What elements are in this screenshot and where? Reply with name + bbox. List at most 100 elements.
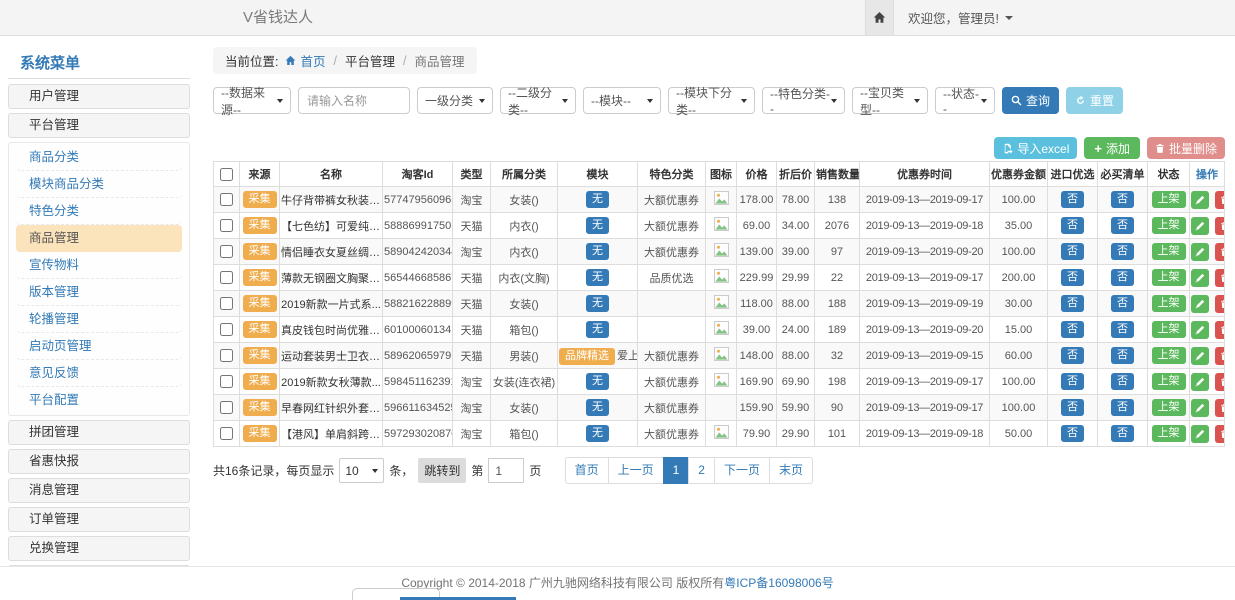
sidebar-item-feature-categories[interactable]: 特色分类	[16, 198, 182, 225]
import-excel-button[interactable]: 导入excel	[994, 137, 1077, 159]
reset-button[interactable]: 重置	[1066, 87, 1123, 114]
select-all-checkbox[interactable]	[220, 168, 233, 181]
row-checkbox[interactable]	[220, 271, 233, 284]
table-row: 采集 情侣睡衣女夏丝绸男士... 589042420344 淘宝 内衣() 无 …	[214, 239, 1225, 265]
edit-button[interactable]	[1191, 269, 1209, 287]
products-table: 来源 名称 淘客Id 类型 所属分类 模块 特色分类 图标 价格 折后价 销售数…	[213, 161, 1225, 447]
sidebar-group-platform-management[interactable]: 平台管理	[8, 113, 190, 138]
row-checkbox[interactable]	[220, 193, 233, 206]
sidebar-group-user-management[interactable]: 用户管理	[8, 84, 190, 109]
discount-price: 88.00	[777, 291, 815, 317]
product-type: 淘宝	[453, 187, 491, 213]
jump-button[interactable]: 跳转到	[418, 458, 466, 483]
icp-link[interactable]: 粤ICP备16098006号	[724, 576, 833, 590]
status-filter[interactable]: --状态--	[935, 87, 995, 114]
level1-category-filter[interactable]: 一级分类	[417, 87, 493, 114]
row-checkbox[interactable]	[220, 375, 233, 388]
sidebar-group-group-buy-management[interactable]: 拼团管理	[8, 420, 190, 445]
sidebar-group-exchange-management[interactable]: 兑换管理	[8, 536, 190, 561]
category: 女装(连衣裙)	[491, 369, 558, 395]
module-cell: 无	[558, 265, 638, 291]
feature-category-filter[interactable]: --特色分类--	[762, 87, 845, 114]
batch-delete-button[interactable]: 批量删除	[1147, 137, 1225, 159]
sidebar-item-version-management[interactable]: 版本管理	[16, 279, 182, 306]
breadcrumb-prefix: 当前位置:	[225, 51, 278, 70]
edit-button[interactable]	[1191, 399, 1209, 417]
edit-button[interactable]	[1191, 347, 1209, 365]
sidebar-item-platform-config[interactable]: 平台配置	[16, 387, 182, 414]
page-1-button[interactable]: 1	[663, 457, 690, 484]
import-select-cell: 否	[1048, 369, 1098, 395]
caret-down-icon	[479, 99, 485, 103]
delete-button[interactable]	[1215, 399, 1224, 417]
trash-icon	[1220, 195, 1225, 205]
delete-button[interactable]	[1215, 243, 1224, 261]
sidebar-item-carousel-management[interactable]: 轮播管理	[16, 306, 182, 333]
product-name: 【七色纺】可爱纯棉家...	[280, 213, 383, 239]
product-icon-cell	[706, 317, 737, 343]
first-page-button[interactable]: 首页	[565, 457, 609, 484]
row-checkbox[interactable]	[220, 349, 233, 362]
last-page-button[interactable]: 末页	[769, 457, 813, 484]
status-cell: 上架	[1148, 317, 1190, 343]
status-cell: 上架	[1148, 369, 1190, 395]
col-taoke-id: 淘客Id	[383, 162, 453, 187]
row-checkbox[interactable]	[220, 323, 233, 336]
category: 女装()	[491, 291, 558, 317]
sidebar-group-province-express[interactable]: 省惠快报	[8, 449, 190, 474]
edit-button[interactable]	[1191, 217, 1209, 235]
delete-button[interactable]	[1215, 373, 1224, 391]
source-cell: 采集	[240, 291, 280, 317]
prev-page-button[interactable]: 上一页	[608, 457, 664, 484]
delete-button[interactable]	[1215, 425, 1224, 443]
edit-button[interactable]	[1191, 191, 1209, 209]
breadcrumb-home-link[interactable]: 首页	[300, 51, 325, 70]
source-badge: 采集	[243, 321, 277, 338]
product-type: 淘宝	[453, 421, 491, 447]
sidebar-item-product-management[interactable]: 商品管理	[16, 225, 182, 252]
delete-button[interactable]	[1215, 191, 1224, 209]
page-size-select[interactable]: 10	[339, 458, 384, 483]
edit-button[interactable]	[1191, 425, 1209, 443]
edit-button[interactable]	[1191, 321, 1209, 339]
sidebar-group-order-management[interactable]: 订单管理	[8, 507, 190, 532]
module-cell: 无	[558, 369, 638, 395]
home-button[interactable]	[865, 0, 894, 35]
sidebar-title: 系统菜单	[8, 55, 190, 79]
data-source-filter[interactable]: --数据来源--	[213, 87, 291, 114]
row-checkbox[interactable]	[220, 219, 233, 232]
item-type-filter[interactable]: --宝贝类型--	[852, 87, 928, 114]
row-checkbox[interactable]	[220, 297, 233, 310]
level2-category-filter[interactable]: --二级分类--	[500, 87, 576, 114]
row-checkbox[interactable]	[220, 401, 233, 414]
name-search-input[interactable]	[298, 87, 410, 114]
module-filter[interactable]: --模块--	[583, 87, 661, 114]
sidebar-group-message-management[interactable]: 消息管理	[8, 478, 190, 503]
page-2-button[interactable]: 2	[688, 457, 715, 484]
sidebar-item-feedback[interactable]: 意见反馈	[16, 360, 182, 387]
delete-button[interactable]	[1215, 295, 1224, 313]
edit-button[interactable]	[1191, 243, 1209, 261]
row-checkbox[interactable]	[220, 427, 233, 440]
edit-button[interactable]	[1191, 295, 1209, 313]
product-icon-cell	[706, 395, 737, 421]
user-menu[interactable]: 欢迎您，管理员!	[894, 0, 1013, 35]
module-subcategory-filter[interactable]: --模块下分类--	[668, 87, 755, 114]
delete-button[interactable]	[1215, 347, 1224, 365]
delete-button[interactable]	[1215, 269, 1224, 287]
sidebar-item-splash-management[interactable]: 启动页管理	[16, 333, 182, 360]
row-checkbox[interactable]	[220, 245, 233, 258]
breadcrumb: 当前位置: 首页 / 平台管理 / 商品管理	[213, 47, 477, 74]
next-page-button[interactable]: 下一页	[714, 457, 770, 484]
delete-button[interactable]	[1215, 321, 1224, 339]
page-number-input[interactable]	[488, 458, 524, 483]
edit-button[interactable]	[1191, 373, 1209, 391]
sidebar-item-product-categories[interactable]: 商品分类	[16, 144, 182, 171]
delete-button[interactable]	[1215, 217, 1224, 235]
trash-icon	[1220, 351, 1225, 361]
sidebar-item-promo-materials[interactable]: 宣传物料	[16, 252, 182, 279]
add-button[interactable]: + 添加	[1084, 137, 1140, 159]
search-button[interactable]: 查询	[1002, 87, 1059, 114]
status-cell: 上架	[1148, 343, 1190, 369]
sidebar-item-module-product-categories[interactable]: 模块商品分类	[16, 171, 182, 198]
